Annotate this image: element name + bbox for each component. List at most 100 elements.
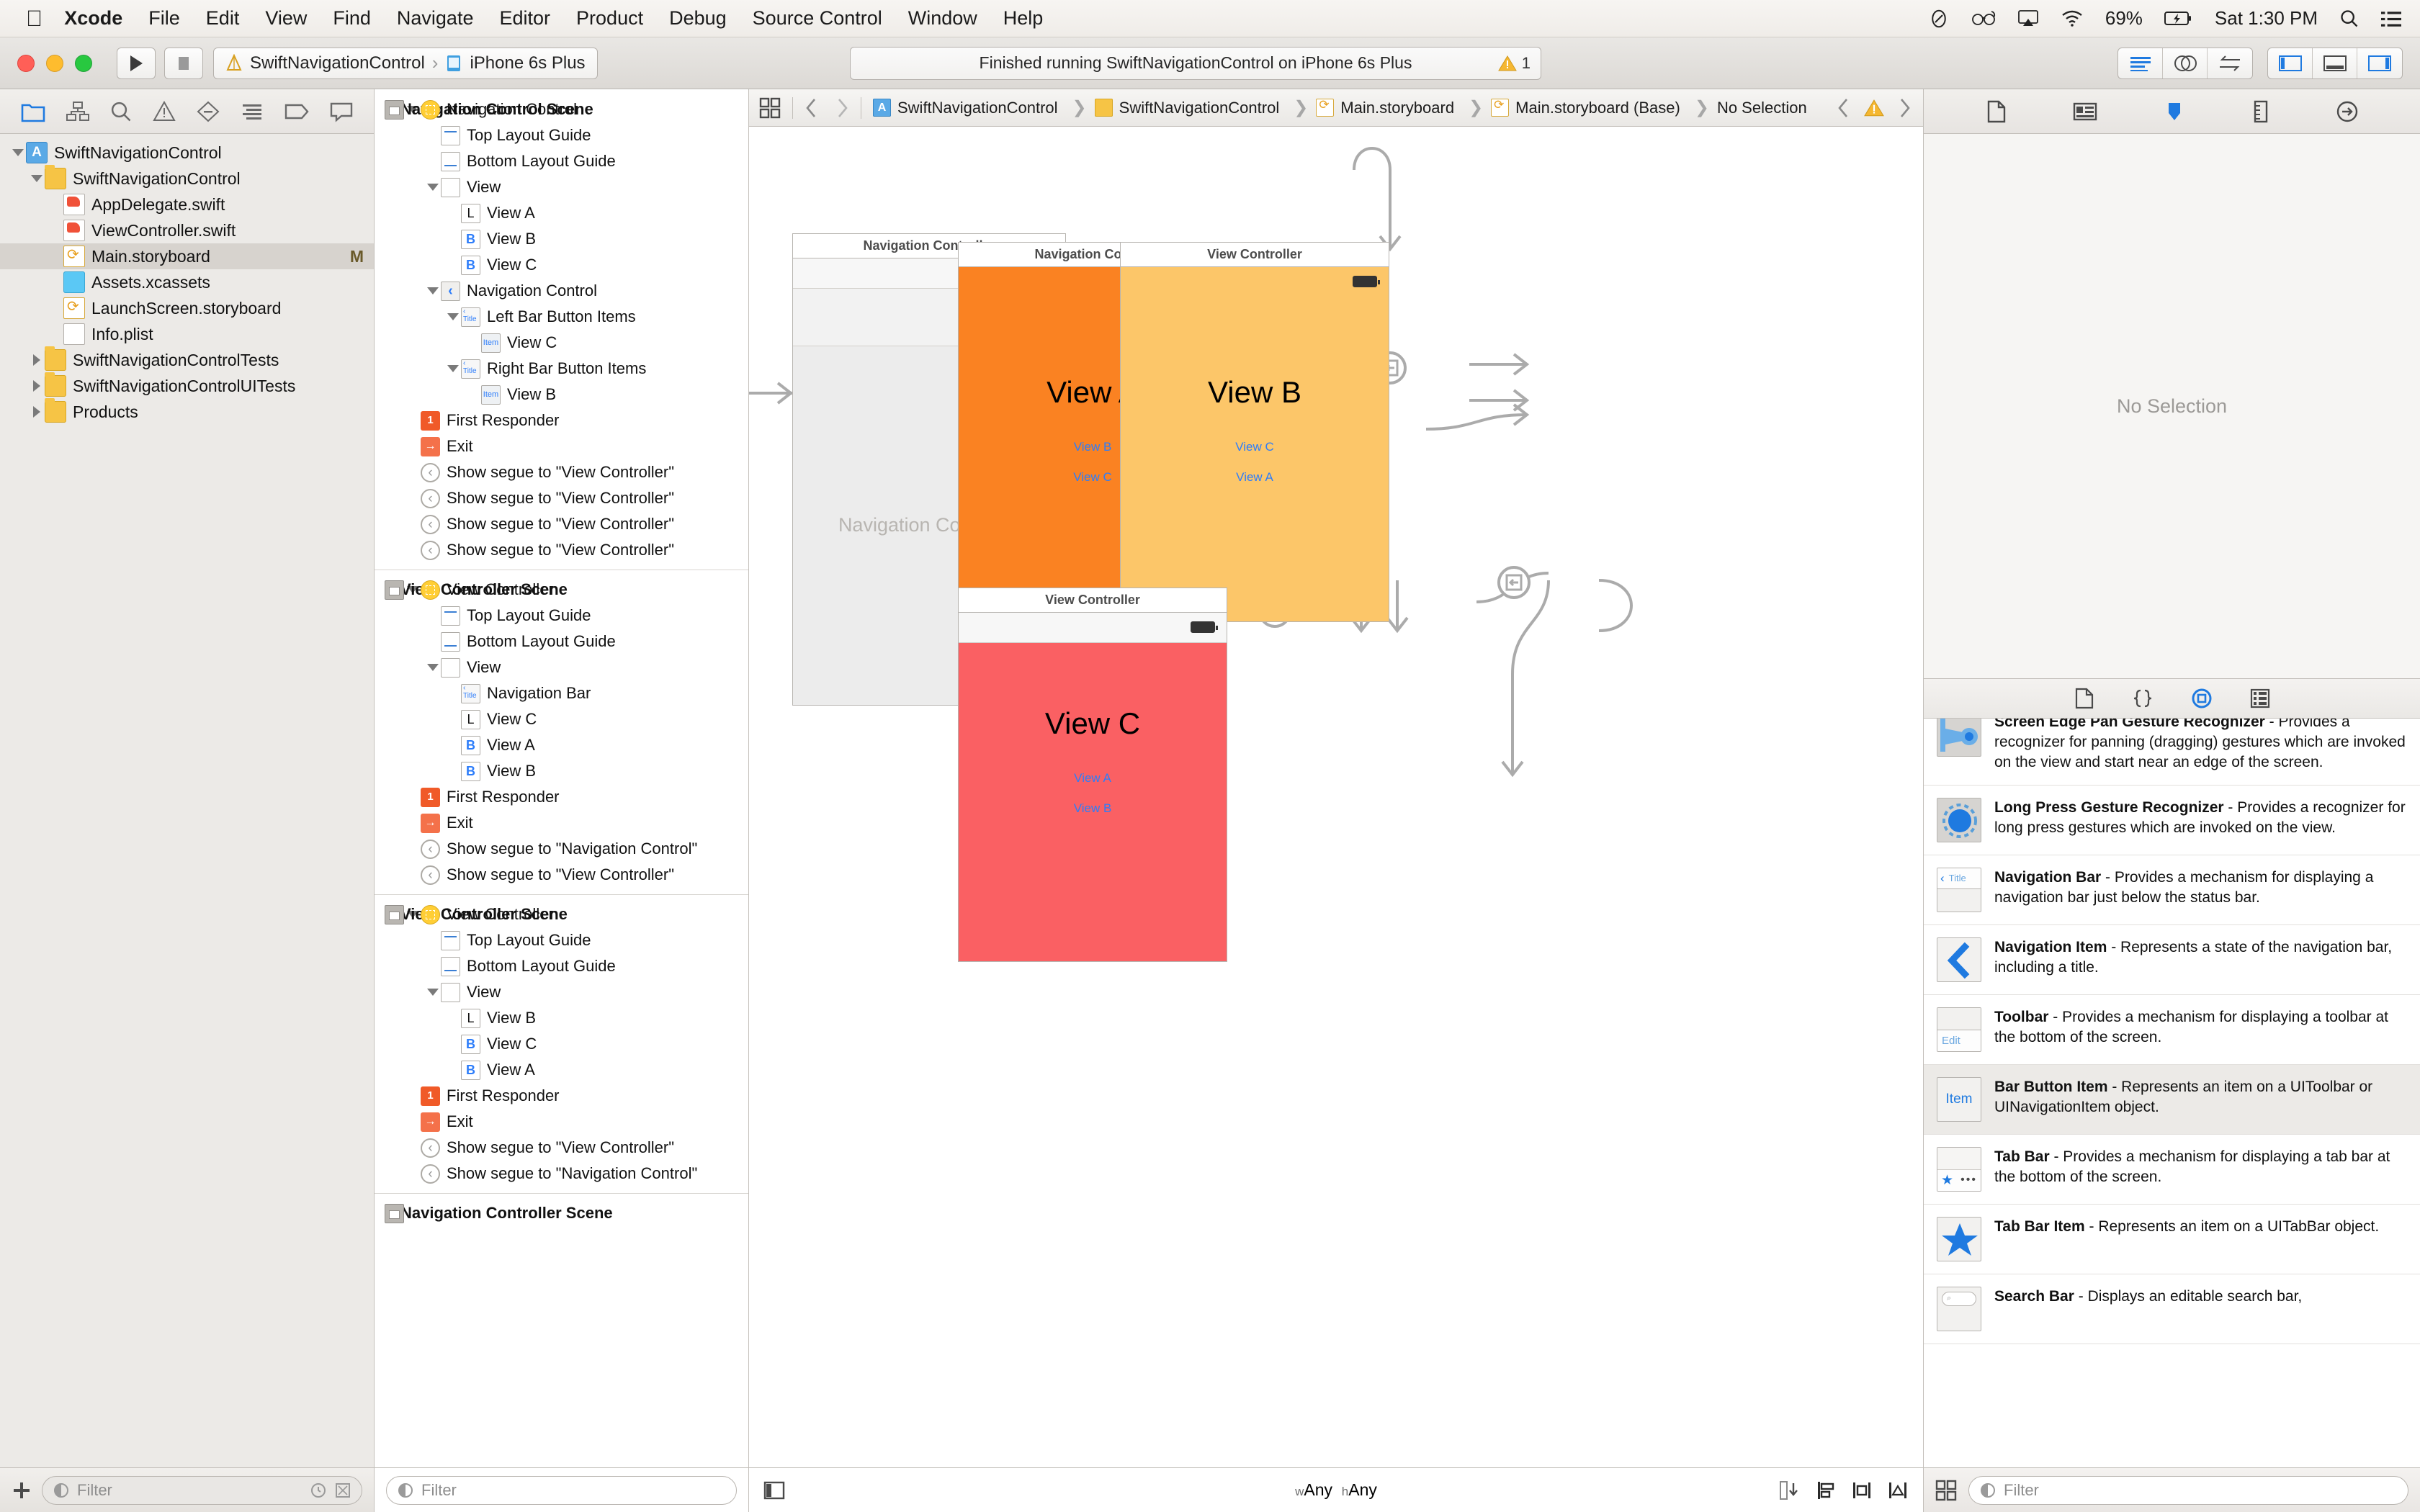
library-item[interactable]: Navigation Item - Represents a state of … [1924,925,2420,995]
outline-row[interactable]: → Exit [375,1109,748,1135]
object-library-list[interactable]: Screen Edge Pan Gesture Recognizer - Pro… [1924,719,2420,1467]
battery-charging-icon[interactable] [2164,11,2193,27]
navigator-row[interactable]: Info.plist [0,321,374,347]
related-items-icon[interactable] [759,97,781,119]
dropbox-status-icon[interactable] [1928,8,1950,30]
outline-row[interactable]: View Controller Scene [375,577,568,603]
scheme-selector[interactable]: SwiftNavigationControl › iPhone 6s Plus [213,47,598,79]
outline-row[interactable]: L View C [375,706,748,732]
outline-row[interactable]: Bottom Layout Guide [375,953,748,979]
outline-row[interactable]: Left Bar Button Items [375,304,748,330]
eyeglasses-status-icon[interactable] [1971,9,1996,28]
outline-row[interactable]: ‹ Show segue to "View Controller" [375,537,748,563]
outline-row[interactable]: ‹ Show segue to "View Controller" [375,459,748,485]
breadcrumb-localization[interactable]: Main.storyboard (Base) ❯ [1491,97,1717,118]
outline-row[interactable]: Right Bar Button Items [375,356,748,382]
go-forward-icon[interactable] [835,98,849,118]
view-link-button[interactable]: View A [1074,771,1111,786]
menu-item-window[interactable]: Window [908,7,977,30]
view-link-button[interactable]: View C [1073,470,1112,485]
outline-filter-field[interactable]: Filter [386,1475,737,1505]
outline-row[interactable]: View [375,979,748,1005]
outline-row[interactable]: ‹ Show segue to "Navigation Control" [375,1161,748,1187]
connections-inspector-icon[interactable] [2336,100,2359,123]
scene-view-b[interactable]: View Controller View B View C View A [1120,242,1389,622]
align-icon[interactable] [1815,1480,1837,1500]
menu-item-product[interactable]: Product [576,7,643,30]
media-library-icon[interactable] [2250,688,2270,709]
outline-row[interactable]: ‹ Show segue to "View Controller" [375,1135,748,1161]
scene-view-c[interactable]: View Controller View C View A View B [958,588,1227,962]
outline-row[interactable]: B View B [375,758,748,784]
attributes-inspector-icon[interactable] [2251,100,2270,123]
library-item[interactable]: Edit Toolbar - Provides a mechanism for d… [1924,995,2420,1065]
toggle-utilities-button[interactable] [2357,48,2402,78]
navigator-row[interactable]: SwiftNavigationControl [0,140,374,166]
library-item[interactable]: Long Press Gesture Recognizer - Provides… [1924,786,2420,855]
recent-files-filter-icon[interactable] [310,1482,327,1499]
breadcrumb-project[interactable]: SwiftNavigationControl ❯ [873,97,1095,118]
file-inspector-icon[interactable] [1986,100,2007,123]
scene-device[interactable]: View C View A View B [958,612,1227,962]
outline-row[interactable]: Navigation Controller Scene [375,1200,613,1226]
next-issue-icon[interactable] [1897,98,1912,118]
add-file-button[interactable] [12,1480,32,1500]
panel-toggle-segmented-control[interactable] [2267,47,2403,79]
search-navigator-icon[interactable] [110,101,132,122]
toggle-document-outline-icon[interactable] [763,1481,785,1500]
code-snippet-library-icon[interactable] [2132,688,2154,709]
view-link-button[interactable]: View A [1236,470,1273,485]
document-outline-tree[interactable]: Navigation Control Scene Navigation Contr… [375,89,748,1467]
notification-center-icon[interactable] [2381,9,2401,28]
navigator-row[interactable]: Main.storyboard M [0,243,374,269]
navigator-row[interactable]: Products [0,398,374,425]
disclosure-triangle-icon[interactable] [29,354,45,366]
navigation-bar-icon[interactable]: ‹ Title [1937,867,1981,912]
spotlight-search-icon[interactable] [2339,9,2360,29]
menu-item-source-control[interactable]: Source Control [753,7,882,30]
assistant-editor-button[interactable] [2163,48,2208,78]
file-template-library-icon[interactable] [2074,688,2094,709]
library-item[interactable]: ★ ••• Tab Bar - Provides a mechanism for d… [1924,1135,2420,1205]
outline-row[interactable]: L View B [375,1005,748,1031]
project-navigator-icon[interactable] [21,101,45,122]
disclosure-triangle-icon[interactable] [445,313,461,320]
disclosure-triangle-icon[interactable] [425,989,441,996]
library-item[interactable]: Item Bar Button Item - Represents an item… [1924,1064,2420,1135]
view-link-button[interactable]: View C [1235,440,1274,454]
outline-row[interactable]: B View C [375,252,748,278]
menu-item-file[interactable]: File [148,7,180,30]
screen-edge-pan-gesture-icon[interactable] [1937,719,1981,757]
outline-row[interactable]: View [375,654,748,680]
outline-row[interactable]: ‹ Show segue to "View Controller" [375,862,748,888]
outline-row[interactable]: Bottom Layout Guide [375,148,748,174]
disclosure-triangle-icon[interactable] [29,175,45,182]
outline-row[interactable]: Item View B [375,382,748,408]
source-control-navigator-icon[interactable] [66,101,89,122]
version-editor-button[interactable] [2208,48,2252,78]
library-item[interactable]: ‹ Title Navigation Bar - Provides a mechan… [1924,855,2420,925]
menu-item-find[interactable]: Find [333,7,371,30]
navigator-row[interactable]: LaunchScreen.storyboard [0,295,374,321]
toggle-navigator-button[interactable] [2268,48,2313,78]
menu-item-view[interactable]: View [265,7,307,30]
outline-row[interactable]: B View B [375,226,748,252]
menu-item-debug[interactable]: Debug [669,7,727,30]
test-navigator-icon[interactable] [197,101,220,122]
outline-row[interactable]: View [375,174,748,200]
apple-menu-icon[interactable]:  [26,7,42,30]
outline-row[interactable]: Navigation Control Scene [375,96,593,122]
toggle-debug-area-button[interactable] [2313,48,2357,78]
outline-row[interactable]: Top Layout Guide [375,603,748,629]
navigator-row[interactable]: SwiftNavigationControlUITests [0,372,374,399]
warning-triangle-icon[interactable] [1864,99,1884,117]
outline-row[interactable]: Item View C [375,330,748,356]
zoom-window-button[interactable] [75,54,92,72]
outline-row[interactable]: B View C [375,1031,748,1057]
library-item[interactable]: ⌕ Search Bar - Displays an editable searc… [1924,1274,2420,1344]
outline-row[interactable]: Top Layout Guide [375,927,748,953]
navigator-row[interactable]: Assets.xcassets [0,269,374,295]
toolbar-icon[interactable]: Edit [1937,1007,1981,1052]
outline-row[interactable]: ‹ Show segue to "View Controller" [375,485,748,511]
tab-bar-item-icon[interactable] [1937,1216,1981,1261]
